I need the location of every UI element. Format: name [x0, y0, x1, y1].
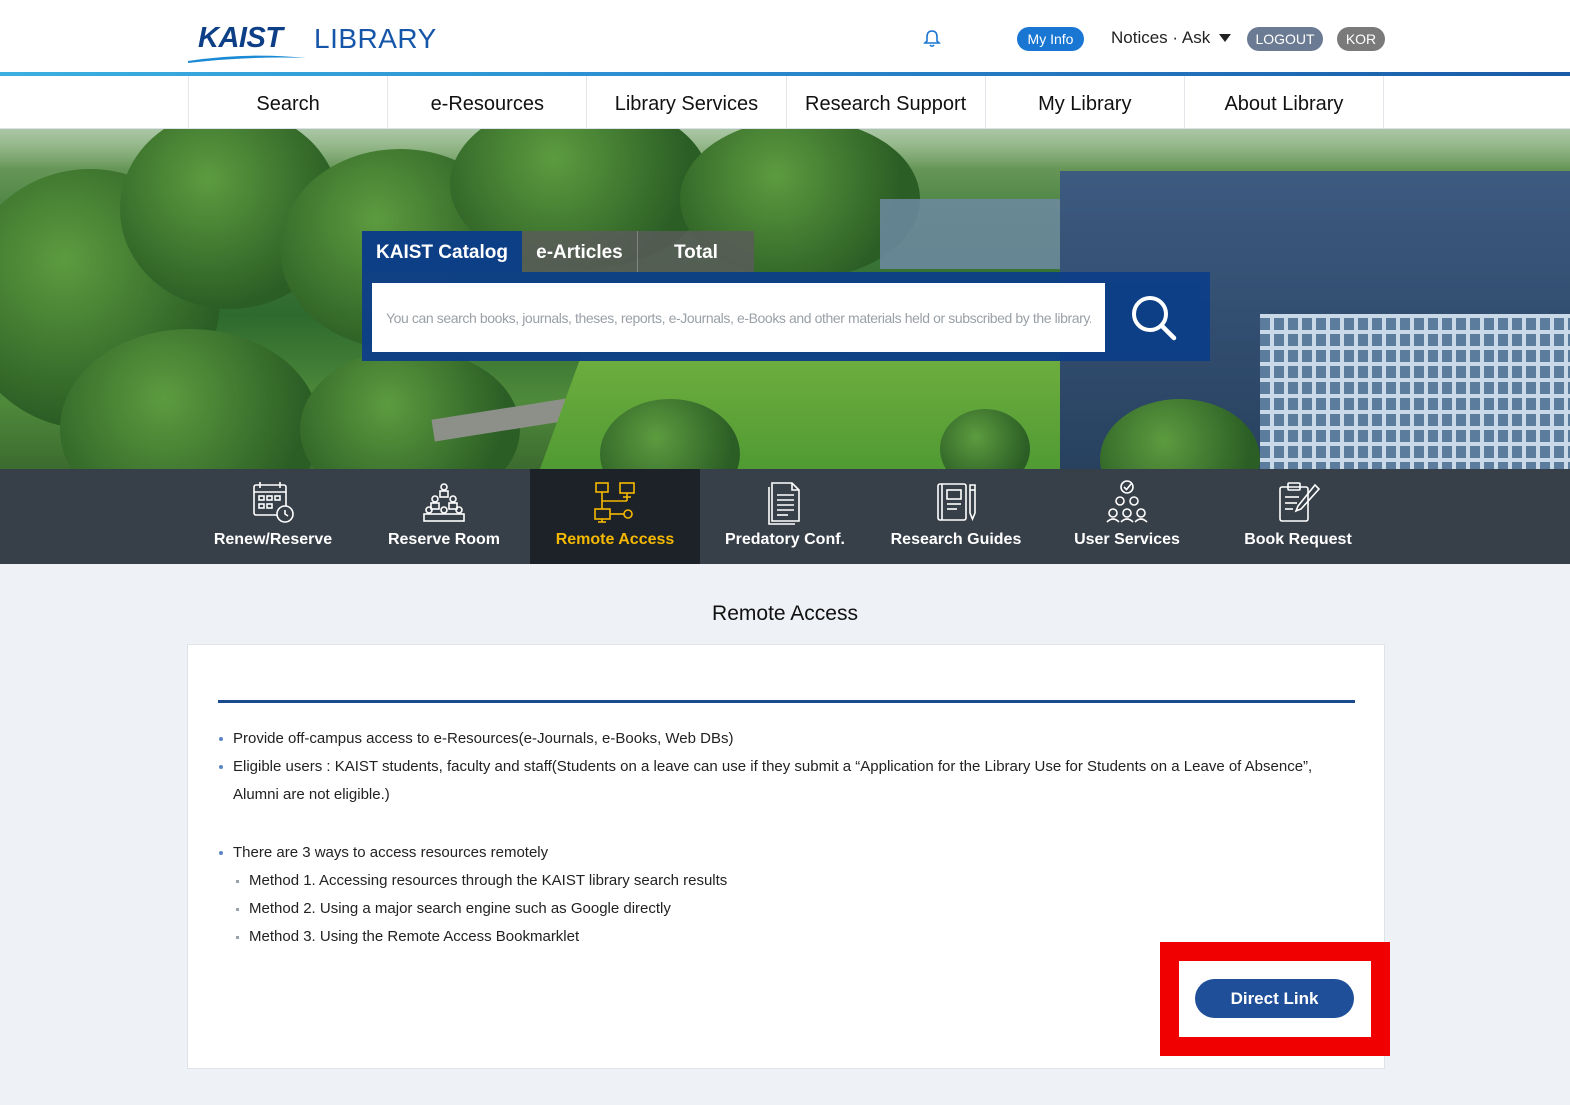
search-input[interactable] [372, 283, 1105, 352]
logo-kaist-text: KAIST [198, 22, 283, 54]
quick-label: Reserve Room [387, 531, 501, 548]
main-nav: Search e-Resources Library Services Rese… [0, 76, 1570, 129]
nav-research-support[interactable]: Research Support [787, 76, 986, 129]
logout-button[interactable]: LOGOUT [1247, 27, 1323, 51]
quick-research-guides[interactable]: Research Guides [871, 469, 1041, 564]
quick-label: User Services [1074, 531, 1180, 548]
clipboard-pen-icon [1279, 482, 1321, 522]
search-button[interactable] [1106, 283, 1200, 352]
logo-library-text: LIBRARY [314, 23, 437, 54]
info-list: Provide off-campus access to e-Resources… [218, 725, 1358, 951]
nav-library-services[interactable]: Library Services [587, 76, 787, 129]
notices-ask-menu[interactable]: Notices · Ask [1111, 27, 1210, 49]
quick-renew-reserve[interactable]: Renew/Reserve [188, 469, 358, 564]
my-info-button[interactable]: My Info [1017, 27, 1084, 51]
network-computers-icon [594, 482, 635, 523]
quick-book-request[interactable]: Book Request [1213, 469, 1383, 564]
nav-about-library[interactable]: About Library [1185, 76, 1385, 129]
list-item: Eligible users : KAIST students, faculty… [218, 753, 1358, 809]
kaist-library-logo[interactable]: KAIST LIBRARY [188, 20, 448, 64]
language-kor-button[interactable]: KOR [1337, 27, 1385, 51]
top-header: KAIST LIBRARY My Info Notices · Ask LOGO… [0, 0, 1570, 74]
quick-user-services[interactable]: User Services [1042, 469, 1212, 564]
method-item: Method 1. Accessing resources through th… [218, 867, 1358, 895]
quick-label: Book Request [1244, 531, 1352, 548]
tab-total-search[interactable]: Total Search [636, 231, 754, 306]
nav-search[interactable]: Search [189, 76, 389, 129]
logo-swoosh-icon [188, 55, 306, 63]
title-divider [218, 700, 1355, 703]
chevron-down-icon[interactable] [1219, 34, 1231, 42]
list-item: There are 3 ways to access resources rem… [218, 839, 1358, 867]
quick-predatory-conf[interactable]: Predatory Conf. [700, 469, 870, 564]
quick-label: Renew/Reserve [213, 531, 333, 548]
method-item: Method 2. Using a major search engine su… [218, 895, 1358, 923]
book-pen-icon [937, 483, 976, 522]
calendar-clock-icon [253, 482, 294, 523]
list-item: Provide off-campus access to e-Resources… [218, 725, 1358, 753]
quick-label: Predatory Conf. [724, 531, 845, 548]
tab-kaist-catalog[interactable]: KAIST Catalog [362, 231, 522, 272]
bell-icon[interactable] [923, 29, 941, 49]
page-title: Remote Access [712, 602, 858, 625]
quick-label: Remote Access [555, 531, 675, 548]
group-room-icon [423, 483, 465, 522]
users-check-icon [1106, 480, 1148, 523]
direct-link-button[interactable]: Direct Link [1195, 979, 1354, 1018]
search-tabs: KAIST Catalog e-Articles Total Search [362, 231, 754, 306]
quick-label: Research Guides [890, 531, 1022, 548]
quick-remote-access[interactable]: Remote Access [530, 469, 700, 564]
document-icon [768, 482, 800, 525]
quick-menu: Renew/Reserve Reserve Room Remote Access… [0, 469, 1570, 564]
quick-reserve-room[interactable]: Reserve Room [359, 469, 529, 564]
search-icon [1132, 296, 1177, 341]
nav-my-library[interactable]: My Library [986, 76, 1185, 129]
nav-e-resources[interactable]: e-Resources [388, 76, 588, 129]
tab-e-articles[interactable]: e-Articles [521, 231, 637, 272]
